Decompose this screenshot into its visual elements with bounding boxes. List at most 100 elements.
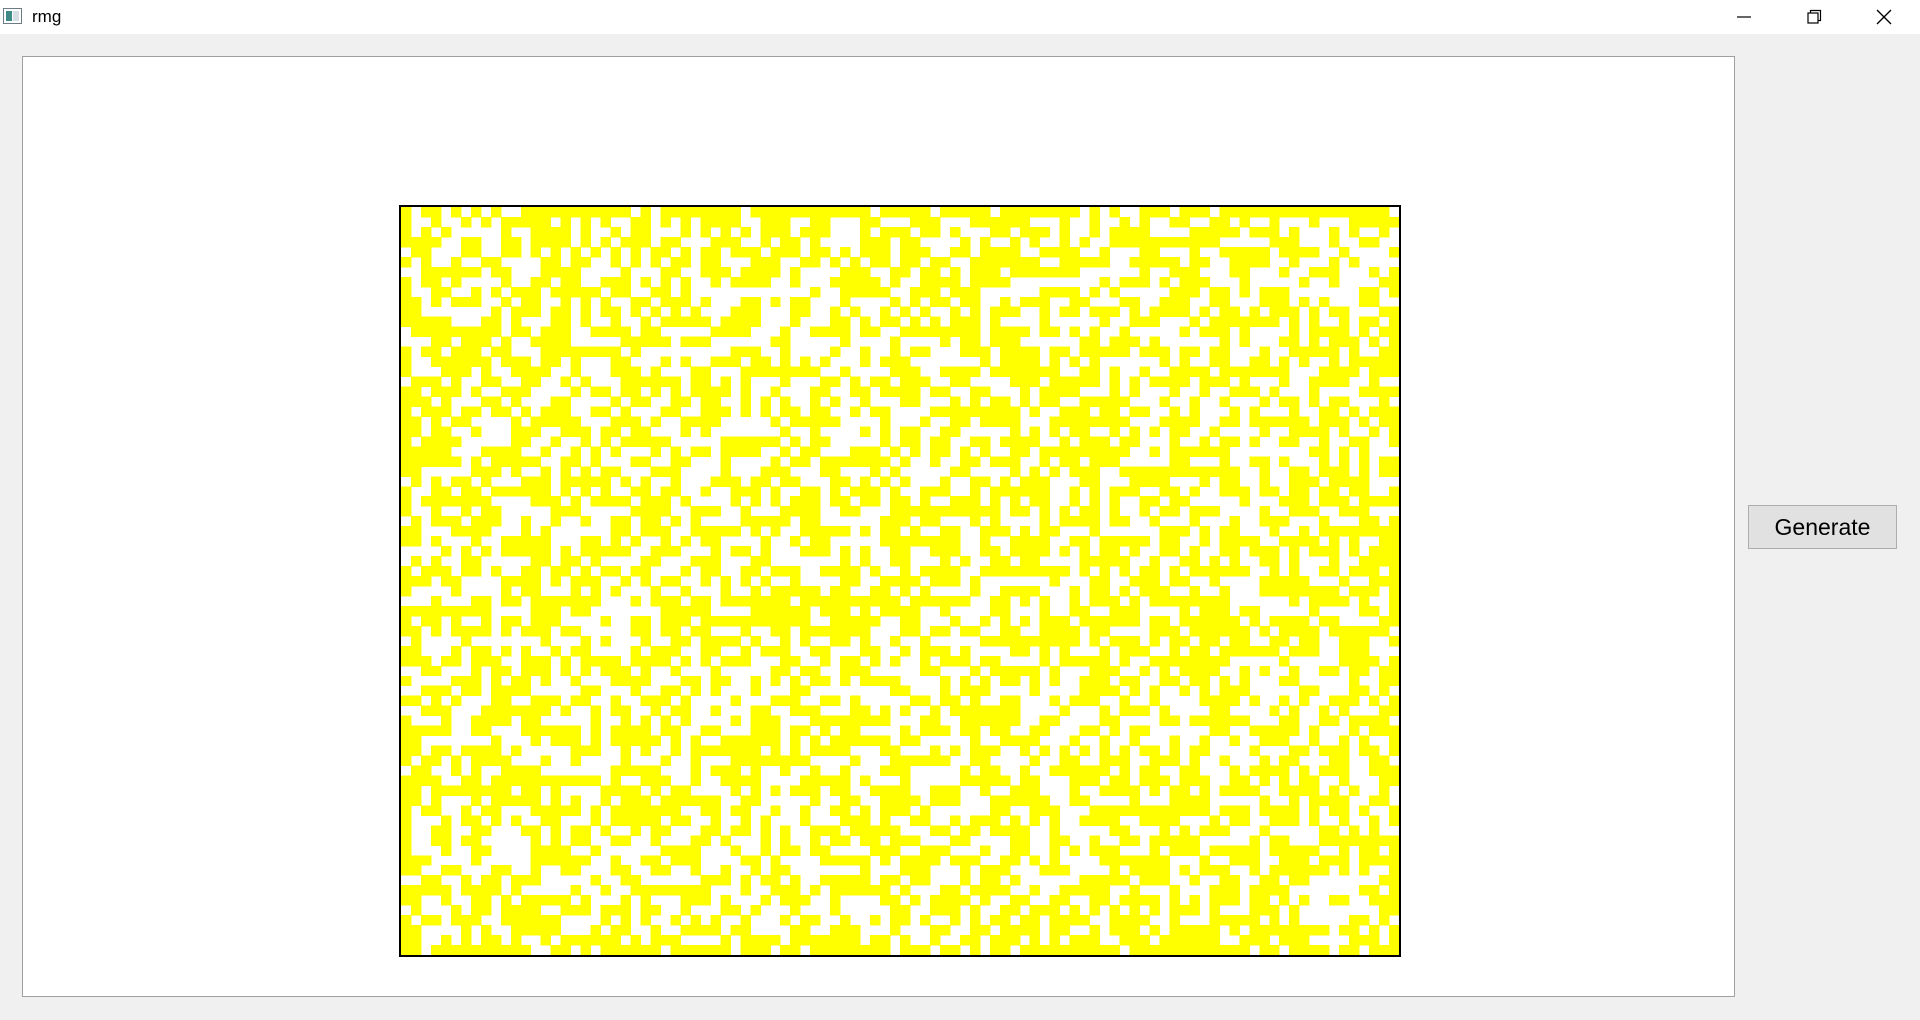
- maze-wall-cell: [890, 915, 901, 926]
- maze-wall-cell: [440, 865, 452, 876]
- maze-wall-cell: [919, 566, 931, 577]
- maze-wall-cell: [850, 625, 861, 637]
- maze-wall-cell: [790, 895, 801, 906]
- close-button[interactable]: [1849, 0, 1919, 34]
- maze-wall-cell: [1339, 745, 1350, 757]
- maze-wall-cell: [1309, 476, 1320, 487]
- maze-wall-cell: [470, 885, 482, 896]
- maze-wall-cell: [620, 865, 632, 876]
- maze-wall-cell: [410, 306, 422, 318]
- restore-button[interactable]: [1779, 0, 1849, 34]
- maze-wall-cell: [670, 306, 681, 318]
- maze-wall-cell: [530, 486, 542, 497]
- maze-wall-cell: [600, 795, 612, 806]
- maze-wall-cell: [1289, 316, 1300, 328]
- maze-wall-cell: [570, 855, 582, 866]
- maze-wall-cell: [600, 386, 612, 397]
- maze-wall-cell: [1219, 595, 1230, 607]
- maze-wall-cell: [1339, 895, 1350, 906]
- maze-wall-cell: [989, 865, 1001, 876]
- generate-button[interactable]: Generate: [1748, 505, 1897, 549]
- maze-wall-cell: [470, 266, 482, 278]
- maze-wall-cell: [1259, 625, 1270, 637]
- maze-wall-cell: [1019, 436, 1031, 447]
- maze-wall-cell: [1229, 635, 1240, 647]
- maze-wall-cell: [890, 675, 901, 687]
- maze-wall-cell: [959, 366, 971, 378]
- maze-wall-cell: [460, 246, 472, 258]
- title-bar[interactable]: rmg: [0, 0, 1920, 34]
- maze-wall-cell: [840, 795, 851, 806]
- maze-wall-cell: [430, 426, 442, 437]
- maze-wall-cell: [610, 226, 622, 238]
- maze-wall-cell: [800, 635, 811, 647]
- maze-wall-cell: [1059, 506, 1071, 517]
- maze-wall-cell: [1159, 655, 1170, 667]
- maze-wall-cell: [1279, 735, 1290, 747]
- maze-wall-cell: [810, 835, 821, 846]
- maze-wall-cell: [1379, 785, 1390, 796]
- maze-wall-cell: [1019, 396, 1031, 407]
- maze-wall-cell: [520, 725, 532, 737]
- maze-wall-cell: [1179, 905, 1190, 916]
- maze-wall-cell: [1369, 605, 1380, 617]
- maze-wall-cell: [410, 635, 422, 647]
- maze-wall-cell: [710, 276, 721, 288]
- maze-wall-cell: [1079, 426, 1091, 437]
- maze-wall-cell: [1009, 625, 1021, 637]
- maze-wall-cell: [860, 286, 871, 298]
- maze-wall-cell: [1159, 675, 1170, 687]
- maze-wall-cell: [1359, 595, 1370, 607]
- maze-wall-cell: [979, 546, 991, 557]
- maze-wall-cell: [1009, 326, 1021, 338]
- maze-wall-cell: [969, 256, 981, 268]
- maze-wall-cell: [750, 585, 761, 597]
- maze-wall-cell: [430, 496, 442, 507]
- maze-wall-cell: [1169, 915, 1180, 926]
- maze-wall-cell: [410, 885, 422, 896]
- maze-wall-cell: [949, 406, 961, 417]
- maze-wall-cell: [1149, 376, 1160, 388]
- maze-wall-cell: [660, 805, 671, 816]
- maze-wall-cell: [660, 466, 671, 477]
- maze-wall-cell: [610, 765, 622, 776]
- maze-wall-cell: [670, 296, 681, 308]
- maze-wall-cell: [1089, 845, 1101, 856]
- maze-wall-cell: [480, 595, 492, 607]
- maze-wall-cell: [1089, 446, 1101, 457]
- maze-wall-cell: [969, 725, 981, 737]
- maze-wall-cell: [1189, 875, 1200, 886]
- maze-wall-cell: [770, 875, 781, 886]
- maze-wall-cell: [730, 655, 741, 667]
- maze-wall-cell: [700, 645, 711, 657]
- maze-wall-cell: [850, 665, 861, 677]
- maze-wall-cell: [1219, 945, 1230, 955]
- maze-wall-cell: [880, 386, 891, 397]
- maze-wall-cell: [900, 755, 911, 766]
- maze-wall-cell: [820, 675, 831, 687]
- maze-wall-cell: [820, 226, 831, 238]
- maze-wall-cell: [1159, 306, 1170, 318]
- maze-wall-cell: [730, 486, 741, 497]
- maze-wall-cell: [750, 526, 761, 537]
- maze-wall-cell: [969, 925, 981, 936]
- maze-wall-cell: [969, 755, 981, 766]
- maze-wall-cell: [1139, 855, 1150, 866]
- maze-wall-cell: [620, 945, 632, 955]
- maze-wall-cell: [1119, 745, 1131, 757]
- maze-wall-cell: [1029, 236, 1041, 248]
- maze-wall-cell: [430, 356, 442, 368]
- maze-wall-cell: [949, 286, 961, 298]
- maze-wall-cell: [840, 855, 851, 866]
- maze-wall-cell: [1389, 276, 1399, 288]
- minimize-button[interactable]: [1709, 0, 1779, 34]
- maze-wall-cell: [410, 376, 422, 388]
- maze-wall-cell: [1339, 765, 1350, 776]
- maze-wall-cell: [820, 406, 831, 417]
- maze-wall-cell: [880, 236, 891, 248]
- maze-wall-cell: [919, 585, 931, 597]
- maze-wall-cell: [1379, 765, 1390, 776]
- maze-wall-cell: [1229, 566, 1240, 577]
- maze-wall-cell: [720, 735, 731, 747]
- maze-wall-cell: [470, 526, 482, 537]
